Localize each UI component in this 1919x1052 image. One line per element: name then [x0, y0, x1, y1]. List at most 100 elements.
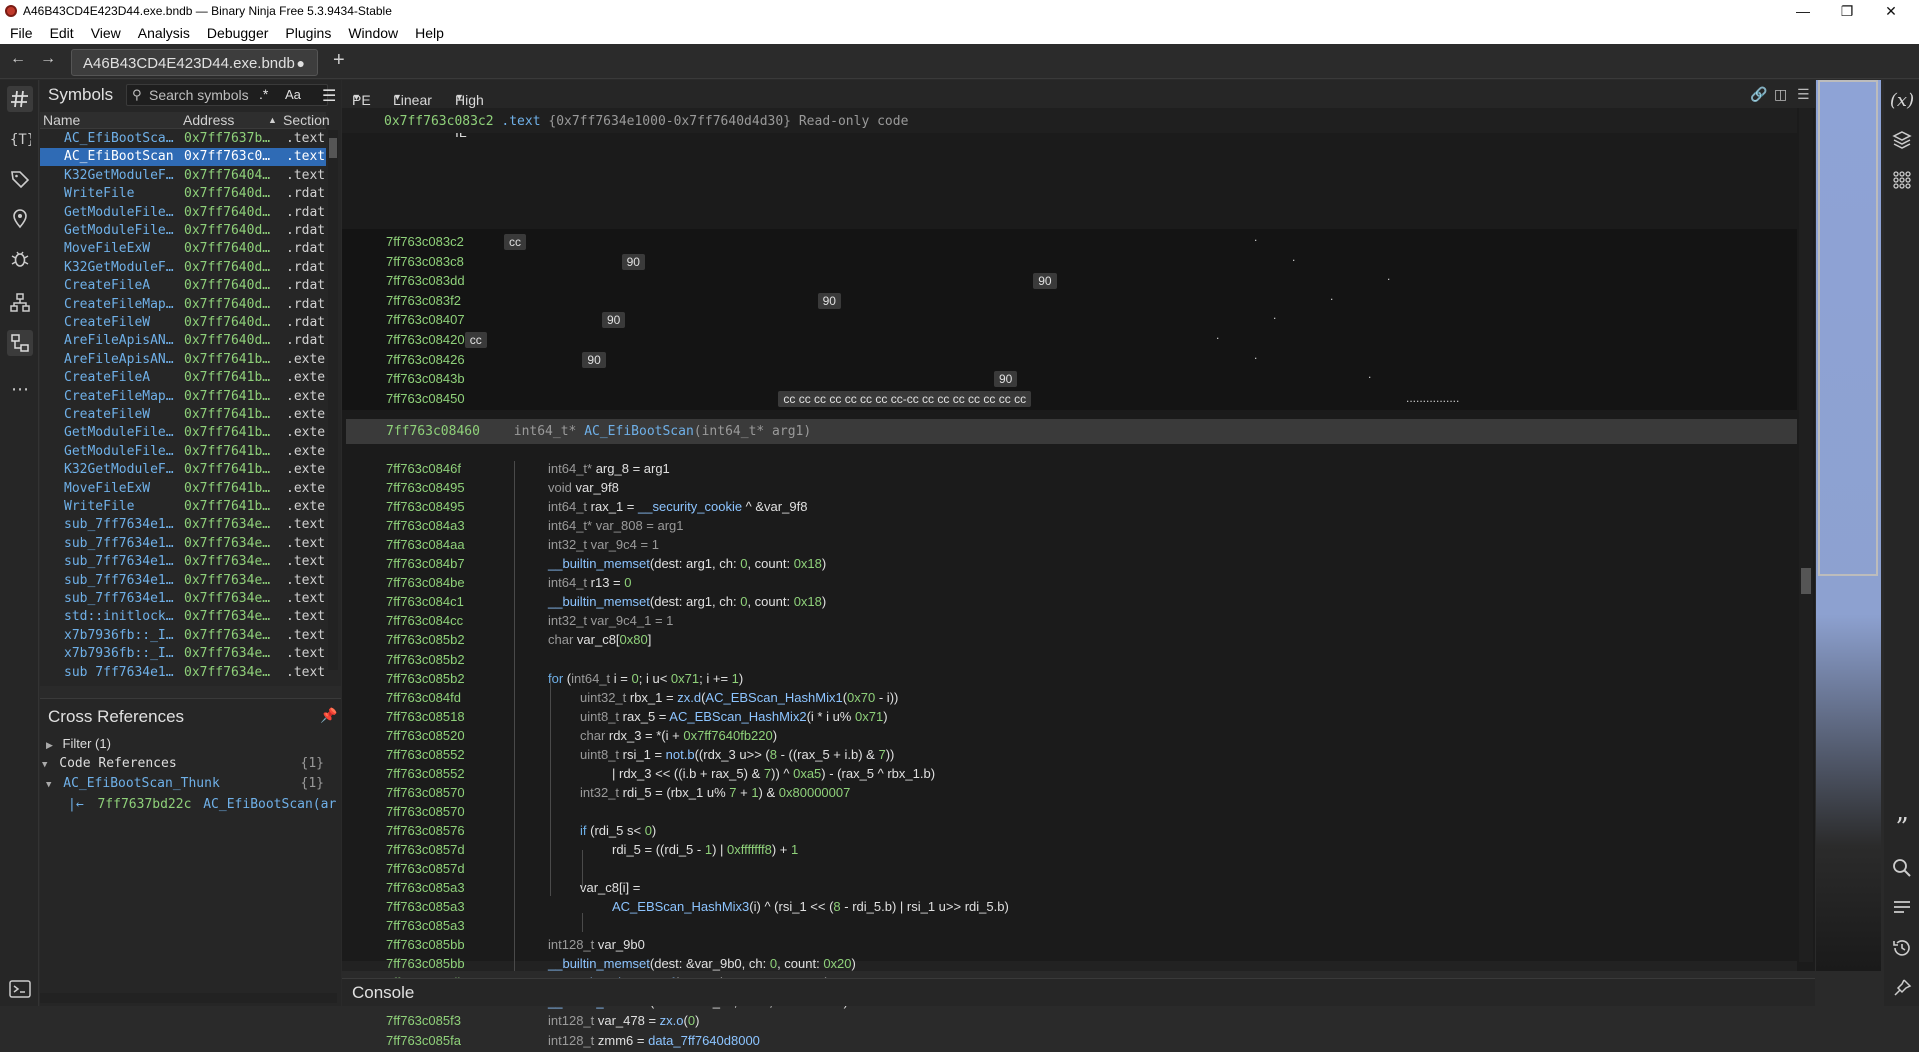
section-name[interactable]: .text: [501, 114, 540, 129]
line-address[interactable]: 7ff763c08576: [386, 823, 465, 838]
graph-view-icon[interactable]: [7, 330, 33, 356]
column-header-name[interactable]: Name: [43, 112, 80, 128]
symbol-row[interactable]: MoveFileExW 0x7ff7640d… .rdat: [40, 240, 326, 258]
line-address[interactable]: 7ff763c085a3: [386, 918, 465, 933]
main-vertical-scrollbar[interactable]: [1799, 108, 1813, 962]
debugger-bug-icon[interactable]: [7, 246, 33, 272]
xref-entry[interactable]: |← 7ff7637bd22c AC_EfiBootScan(ar: [68, 797, 338, 812]
line-address[interactable]: 7ff763c08552: [386, 747, 465, 762]
line-address[interactable]: 7ff763c084cc: [386, 613, 463, 628]
code-line[interactable]: 7ff763c084cc int32_t var_9c4_1 = 1: [342, 613, 1797, 632]
code-token[interactable]: data_7ff7640d8000: [648, 1033, 760, 1048]
symbol-row[interactable]: AC_EfiBootSca… 0x7ff7637b… .text: [40, 130, 326, 148]
case-sensitive-toggle-icon[interactable]: Aa: [285, 87, 301, 102]
menu-file[interactable]: File: [0, 25, 40, 41]
hex-address[interactable]: 7ff763c083dd: [386, 273, 465, 288]
symbol-row[interactable]: MoveFileExW 0x7ff7641b… .exte: [40, 480, 326, 498]
line-address[interactable]: 7ff763c085b2: [386, 652, 465, 667]
line-address[interactable]: 7ff763c08570: [386, 804, 465, 819]
function-name[interactable]: AC_EfiBootScan: [584, 424, 694, 439]
symbol-row[interactable]: CreateFileMap… 0x7ff7640d… .rdat: [40, 296, 326, 314]
hierarchy-icon[interactable]: [7, 290, 33, 316]
symbol-list-scrollbar[interactable]: [328, 130, 338, 670]
line-address[interactable]: 7ff763c08552: [386, 766, 465, 781]
code-line[interactable]: 7ff763c085a3: [342, 918, 1797, 937]
line-address[interactable]: 7ff763c085fa: [386, 1033, 461, 1048]
symbol-row[interactable]: GetModuleFile… 0x7ff7640d… .rdat: [40, 222, 326, 240]
hex-address[interactable]: 7ff763c083c8: [386, 254, 464, 269]
line-address[interactable]: 7ff763c08520: [386, 728, 465, 743]
code-token[interactable]: __builtin_memset: [548, 594, 650, 609]
symbol-row[interactable]: CreateFileW 0x7ff7640d… .rdat: [40, 314, 326, 332]
code-line[interactable]: 7ff763c08552 uint8_t rsi_1 = not.b((rdx_3…: [342, 747, 1797, 766]
code-token[interactable]: zx.o: [660, 1013, 684, 1028]
maximize-button[interactable]: ❐: [1825, 0, 1869, 22]
hex-byte[interactable]: 90: [602, 312, 626, 329]
symbol-row[interactable]: x7b7936fb::_I… 0x7ff7634e… .text: [40, 627, 326, 645]
code-line[interactable]: 7ff763c08570: [342, 804, 1797, 823]
menu-analysis[interactable]: Analysis: [128, 25, 197, 41]
line-address[interactable]: 7ff763c08518: [386, 709, 465, 724]
code-line[interactable]: 7ff763c084c1 __builtin_memset(dest: arg1,…: [342, 594, 1797, 613]
line-address[interactable]: 7ff763c085a3: [386, 880, 465, 895]
line-address[interactable]: 7ff763c08570: [386, 785, 465, 800]
line-address[interactable]: 7ff763c0857d: [386, 861, 465, 876]
hex-byte[interactable]: cc: [464, 332, 487, 348]
line-address[interactable]: 7ff763c084fd: [386, 690, 461, 705]
hex-byte[interactable]: 90: [621, 253, 645, 270]
code-token[interactable]: __builtin_memset: [548, 956, 650, 971]
split-view-icon[interactable]: ◫: [1774, 86, 1787, 103]
menu-edit[interactable]: Edit: [40, 25, 81, 41]
code-line[interactable]: 7ff763c085bb __builtin_memset(dest: &var_…: [342, 956, 1797, 975]
link-icon[interactable]: 🔗: [1750, 86, 1767, 103]
regex-toggle-icon[interactable]: .*: [259, 86, 268, 102]
back-arrow-icon[interactable]: ←: [10, 50, 26, 68]
menu-plugins[interactable]: Plugins: [275, 25, 338, 41]
hex-address[interactable]: 7ff763c083c2: [386, 234, 464, 249]
types-icon[interactable]: {T}: [7, 126, 33, 152]
code-line[interactable]: 7ff763c085a3 var_c8[i] =: [342, 880, 1797, 899]
code-token[interactable]: AC_EBScan_HashMix3: [612, 899, 749, 914]
hex-address[interactable]: 7ff763c08420: [386, 332, 465, 347]
view-menu-icon[interactable]: ☰: [1797, 86, 1810, 103]
code-line[interactable]: 7ff763c085b2 char var_c8[0x80]: [342, 632, 1797, 651]
line-address[interactable]: 7ff763c085b2: [386, 632, 465, 647]
line-address[interactable]: 7ff763c08495: [386, 480, 465, 495]
code-token[interactable]: __security_cookie: [638, 499, 742, 514]
pin-icon[interactable]: [1890, 976, 1914, 1000]
hex-address[interactable]: 7ff763c08426: [386, 352, 465, 367]
symbol-row[interactable]: sub_7ff7634e1… 0x7ff7634e… .text: [40, 664, 326, 676]
code-line[interactable]: 7ff763c085b2 for (int64_t i = 0; i u< 0x7…: [342, 671, 1797, 690]
symbol-row[interactable]: x7b7936fb::_I… 0x7ff7634e… .text: [40, 645, 326, 663]
code-token[interactable]: AC_EBScan_HashMix2: [669, 709, 806, 724]
symbol-row[interactable]: K32GetModuleF… 0x7ff7640d… .rdat: [40, 259, 326, 277]
menu-window[interactable]: Window: [338, 25, 405, 41]
hex-address[interactable]: 7ff763c0843b: [386, 371, 465, 386]
xref-function-group[interactable]: ▼ AC_EfiBootScan_Thunk {1}: [46, 776, 324, 791]
line-address[interactable]: 7ff763c085f3: [386, 1013, 461, 1028]
code-token[interactable]: zx.d: [677, 690, 701, 705]
code-token[interactable]: AC_EBScan_HashMix1: [705, 690, 842, 705]
menu-view[interactable]: View: [81, 25, 128, 41]
line-address[interactable]: 7ff763c085a3: [386, 899, 465, 914]
code-line[interactable]: 7ff763c0857d rdi_5 = ((rdi_5 - 1) | 0xfff…: [342, 842, 1797, 861]
hex-byte[interactable]: 90: [994, 371, 1018, 388]
code-line[interactable]: 7ff763c084b7 __builtin_memset(dest: arg1,…: [342, 556, 1797, 575]
symbol-row[interactable]: K32GetModuleF… 0x7ff7641b… .exte: [40, 461, 326, 479]
symbol-row[interactable]: AC_EfiBootScan 0x7ff763c0… .text: [40, 148, 326, 167]
column-header-address[interactable]: Address: [183, 112, 234, 128]
modified-dot-icon[interactable]: ●: [297, 55, 305, 71]
symbol-row[interactable]: sub_7ff7634e1… 0x7ff7634e… .text: [40, 535, 326, 553]
code-line[interactable]: 7ff763c08576 if (rdi_5 s< 0): [342, 823, 1797, 842]
hex-byte[interactable]: 90: [582, 351, 606, 368]
code-line[interactable]: 7ff763c084a3 int64_t* var_808 = arg1: [342, 518, 1797, 537]
symbol-row[interactable]: AreFileApisAN… 0x7ff7641b… .exte: [40, 351, 326, 369]
close-button[interactable]: ✕: [1869, 0, 1913, 22]
history-icon[interactable]: [1890, 936, 1914, 960]
tag-icon[interactable]: [7, 166, 33, 192]
text-lines-icon[interactable]: [1890, 896, 1914, 920]
symbol-row[interactable]: GetModuleFile… 0x7ff7641b… .exte: [40, 424, 326, 442]
file-tab[interactable]: A46B43CD4E423D44.exe.bndb ●: [71, 49, 318, 76]
code-line[interactable]: 7ff763c08570 int32_t rdi_5 = (rbx_1 u% 7 …: [342, 785, 1797, 804]
xref-horizontal-scrollbar[interactable]: [40, 993, 337, 1003]
